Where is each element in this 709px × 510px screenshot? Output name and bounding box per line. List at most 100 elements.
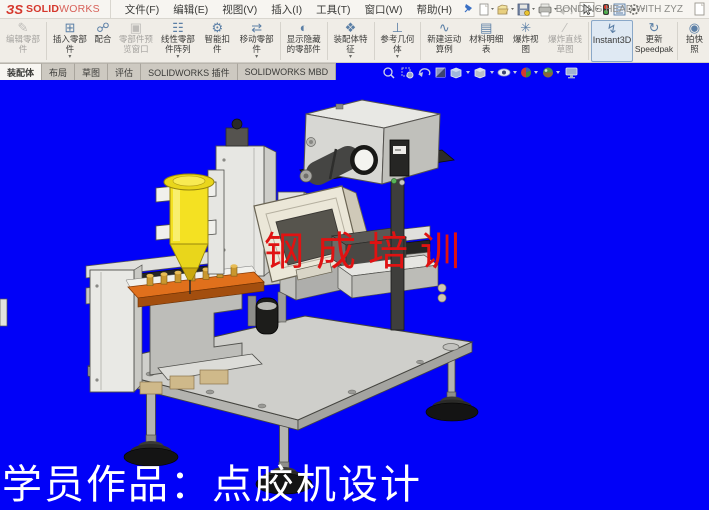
- show-hidden-icon: ◐: [300, 21, 308, 35]
- menu-insert[interactable]: 插入(I): [271, 2, 302, 17]
- left-edge-part[interactable]: [0, 299, 7, 326]
- button-label: 拍快照: [683, 35, 706, 54]
- reference-geometry-button[interactable]: ⊥ 参考几何体 ▾: [376, 20, 418, 62]
- show-hidden-components-button[interactable]: ◐ 显示隐藏的零部件: [283, 20, 325, 62]
- save-icon[interactable]: [518, 4, 535, 16]
- menu-window[interactable]: 窗口(W): [365, 2, 403, 17]
- menu-tools[interactable]: 工具(T): [316, 2, 350, 17]
- tab-solidworks-mbd[interactable]: SOLIDWORKS MBD: [238, 63, 337, 80]
- explode-line-sketch-button[interactable]: ∕ 爆炸直线草图: [544, 20, 586, 62]
- move-component-icon: ⇄: [251, 21, 262, 35]
- ribbon-separator: [588, 22, 589, 60]
- graphics-viewport[interactable]: 装配体 布局 草图 评估 SOLIDWORKS 插件 SOLIDWORKS MB…: [0, 63, 709, 510]
- training-watermark: 钢成培训: [264, 219, 472, 277]
- edit-component-button[interactable]: ✎ 编辑零部件: [2, 20, 44, 62]
- button-label: 移动零部件: [239, 35, 275, 54]
- base-plate[interactable]: [88, 316, 472, 430]
- insert-component-icon: ⊞: [64, 21, 75, 35]
- edit-component-icon: ✎: [18, 21, 29, 35]
- green-indicator[interactable]: [391, 178, 396, 183]
- button-label: 配合: [94, 35, 111, 45]
- explode-line-sketch-icon: ∕: [564, 21, 566, 35]
- component-preview-window-button[interactable]: ▣ 零部件预览窗口: [115, 20, 157, 62]
- tab-layout[interactable]: 布局: [42, 63, 75, 80]
- dropdown-arrow-icon[interactable]: ▾: [255, 54, 258, 60]
- button-label: 零部件预览窗口: [118, 35, 154, 54]
- smart-fasteners-icon: ⚙: [211, 21, 223, 35]
- button-label: 爆炸直线草图: [547, 35, 583, 54]
- dropdown-arrow-icon[interactable]: ▾: [176, 54, 179, 60]
- smart-fasteners-button[interactable]: ⚙ 智能扣件: [199, 20, 236, 62]
- tab-evaluate[interactable]: 评估: [108, 63, 141, 80]
- model-dispensing-machine[interactable]: [0, 84, 480, 510]
- edit-appearance-icon[interactable]: [521, 67, 538, 77]
- assembly-features-button[interactable]: ❖ 装配体特征 ▾: [330, 20, 372, 62]
- bill-of-materials-icon: ▤: [480, 21, 492, 35]
- dropdown-arrow-icon[interactable]: ▾: [68, 54, 71, 60]
- take-snapshot-button[interactable]: ◉ 拍快照: [680, 20, 709, 62]
- pin-icon[interactable]: [465, 4, 472, 12]
- print-icon[interactable]: [539, 4, 557, 16]
- hide-show-items-icon[interactable]: [498, 69, 517, 76]
- gray-indicator[interactable]: [399, 180, 404, 185]
- menu-help[interactable]: 帮助(H): [416, 2, 452, 17]
- zoom-to-fit-icon[interactable]: [384, 68, 394, 78]
- logo-brand-bold: SOLID: [26, 3, 59, 15]
- new-document-icon[interactable]: [480, 4, 494, 15]
- assembly-features-icon: ❖: [345, 21, 357, 35]
- component-preview-icon: ▣: [130, 21, 142, 35]
- button-label: 更新 Speedpak: [635, 35, 673, 54]
- ribbon-separator: [46, 22, 47, 60]
- previous-view-icon[interactable]: [418, 69, 430, 77]
- menu-file[interactable]: 文件(F): [125, 2, 159, 17]
- dropdown-arrow-icon[interactable]: ▾: [396, 54, 399, 60]
- button-label: 爆炸视图: [510, 35, 541, 54]
- button-label: 新建运动算例: [426, 35, 462, 54]
- ribbon-separator: [374, 22, 375, 60]
- tab-sketch[interactable]: 草图: [75, 63, 108, 80]
- open-document-icon[interactable]: [498, 5, 514, 14]
- menu-bar: ЗS SOLID WORKS 文件(F) 编辑(E) 视图(V) 插入(I) 工…: [0, 0, 709, 19]
- new-motion-study-button[interactable]: ∿ 新建运动算例: [423, 20, 465, 62]
- button-label: 线性零部件阵列: [160, 35, 196, 54]
- insert-component-button[interactable]: ⊞ 插入零部件 ▾: [49, 20, 91, 62]
- bill-of-materials-button[interactable]: ▤ 材料明细表: [465, 20, 507, 62]
- button-label: 参考几何体: [379, 35, 415, 54]
- button-label: Instant3D: [593, 36, 632, 46]
- heads-up-view-toolbar: [380, 65, 580, 81]
- document-corner-icon[interactable]: [693, 2, 707, 17]
- student-work-caption: 学员作品：点胶机设计: [2, 452, 422, 510]
- tab-assembly[interactable]: 装配体: [0, 63, 42, 80]
- button-label: 材料明细表: [468, 35, 504, 54]
- section-view-icon[interactable]: [436, 68, 445, 77]
- button-label: 装配体特征: [333, 35, 369, 54]
- instant3d-icon: ↯: [607, 22, 618, 36]
- linear-component-pattern-button[interactable]: ☷ 线性零部件阵列 ▾: [157, 20, 199, 62]
- dropdown-arrow-icon[interactable]: ▾: [349, 54, 352, 60]
- display-style-icon[interactable]: [475, 68, 494, 78]
- mate-icon: ☍: [96, 21, 109, 35]
- instant3d-button[interactable]: ↯ Instant3D: [591, 20, 633, 62]
- tab-solidworks-addins[interactable]: SOLIDWORKS 插件: [141, 63, 238, 80]
- view-orientation-icon[interactable]: [451, 68, 470, 78]
- exploded-view-button[interactable]: ✳ 爆炸视图: [507, 20, 544, 62]
- logo-brand-light: WORKS: [59, 3, 100, 15]
- controller-box[interactable]: [300, 100, 454, 185]
- menu-view[interactable]: 视图(V): [222, 2, 257, 17]
- update-speedpak-icon: ↻: [649, 21, 660, 35]
- menu-items: 文件(F) 编辑(E) 视图(V) 插入(I) 工具(T) 窗口(W) 帮助(H…: [111, 2, 452, 17]
- zoom-to-area-icon[interactable]: [402, 68, 413, 78]
- command-manager-ribbon: ✎ 编辑零部件 ⊞ 插入零部件 ▾ ☍ 配合 ▣ 零部件预览窗口 ☷ 线性零部件…: [0, 19, 709, 63]
- ribbon-separator: [280, 22, 281, 60]
- mate-button[interactable]: ☍ 配合: [91, 20, 115, 62]
- command-manager-tabs: 装配体 布局 草图 评估 SOLIDWORKS 插件 SOLIDWORKS MB…: [0, 63, 272, 80]
- apply-scene-icon[interactable]: [543, 68, 560, 78]
- move-component-button[interactable]: ⇄ 移动零部件 ▾: [236, 20, 278, 62]
- update-speedpak-button[interactable]: ↻ 更新 Speedpak: [633, 20, 675, 62]
- view-settings-icon[interactable]: [566, 68, 577, 78]
- button-label: 智能扣件: [202, 35, 233, 54]
- round-gauge: [350, 145, 378, 175]
- menu-edit[interactable]: 编辑(E): [173, 2, 208, 17]
- control-panel[interactable]: [390, 140, 409, 176]
- motion-study-icon: ∿: [439, 21, 450, 35]
